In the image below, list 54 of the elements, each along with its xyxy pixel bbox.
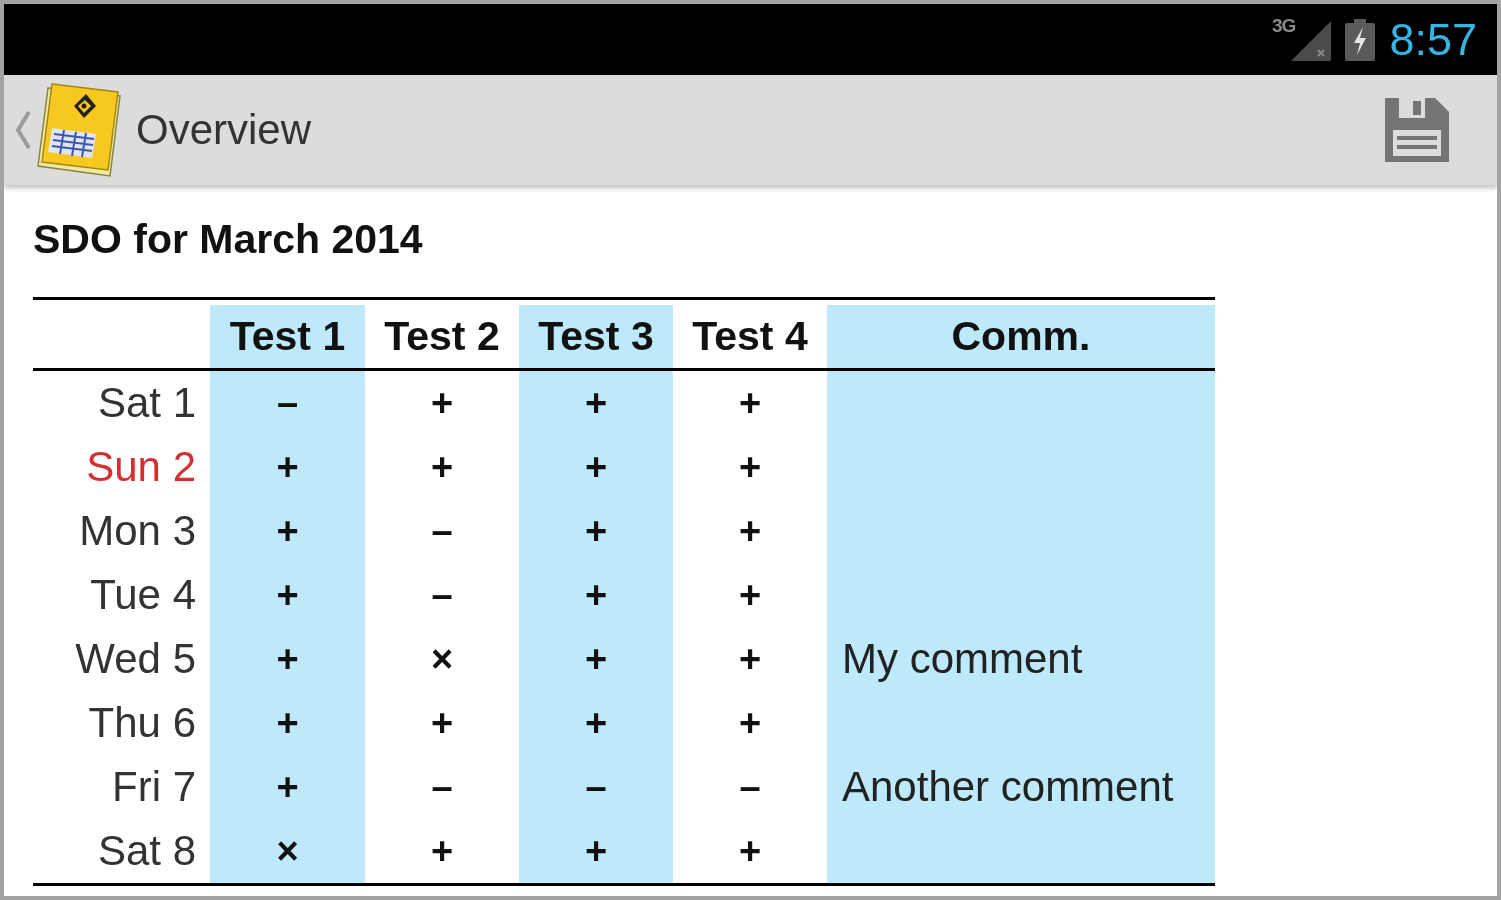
table-cell-text: + (737, 828, 763, 874)
table-cell-text: + (429, 700, 455, 746)
up-button[interactable] (14, 82, 124, 178)
table-cell: – (519, 755, 673, 819)
table-cell-text: + (737, 508, 763, 554)
day-label: Sat 8 (97, 827, 196, 875)
table-cell: + (519, 499, 673, 563)
table-cell-text: + (737, 636, 763, 682)
chevron-left-icon (14, 110, 32, 150)
table-cell: + (519, 371, 673, 435)
table-cell: + (519, 435, 673, 499)
table-cell-text: – (738, 764, 762, 810)
table-cell: × (210, 819, 365, 883)
table-cell: + (519, 563, 673, 627)
overview-heading: SDO for March 2014 (33, 215, 424, 264)
table-cell: + (519, 627, 673, 691)
table-cell: + (210, 691, 365, 755)
column-header: Test 4 (691, 312, 809, 361)
table-cell-text: + (737, 700, 763, 746)
day-label: Fri 7 (112, 763, 196, 811)
screen-title: Overview (136, 106, 312, 154)
table-cell: + (210, 499, 365, 563)
table-cell: + (210, 627, 365, 691)
network-type: 3G (1272, 14, 1296, 37)
clock-time: 8:57 (1389, 14, 1477, 65)
day-label: Wed 5 (75, 635, 196, 683)
day-label: Sun 2 (86, 443, 196, 491)
comment-cell: Another comment (827, 755, 1215, 819)
day-label: Mon 3 (79, 507, 196, 555)
table-cell-text: + (737, 572, 763, 618)
comment-cell: My comment (827, 627, 1215, 691)
table-cell: + (210, 755, 365, 819)
save-button[interactable] (1385, 98, 1449, 162)
table-cell: – (210, 371, 365, 435)
save-icon (1385, 98, 1449, 162)
table-cell: + (519, 691, 673, 755)
table-cell-text: – (430, 572, 454, 618)
table-cell: + (210, 563, 365, 627)
table-cell-text: × (429, 636, 455, 682)
day-label: Sat 1 (97, 379, 196, 427)
table-cell-text: – (430, 508, 454, 554)
day-label: Tue 4 (90, 571, 196, 619)
table-cell-text: + (737, 380, 763, 426)
table-cell: + (210, 435, 365, 499)
table-cell-text: + (429, 828, 455, 874)
book-icon (34, 82, 124, 178)
table-cell-text: – (430, 764, 454, 810)
day-label: Thu 6 (88, 699, 196, 747)
battery-charging-icon (1345, 18, 1376, 61)
table-cell-text: + (737, 444, 763, 490)
table-cell-text: + (429, 444, 455, 490)
table-cell-text: + (429, 380, 455, 426)
table-cell: + (519, 819, 673, 883)
column-header: Test 2 (383, 312, 501, 361)
